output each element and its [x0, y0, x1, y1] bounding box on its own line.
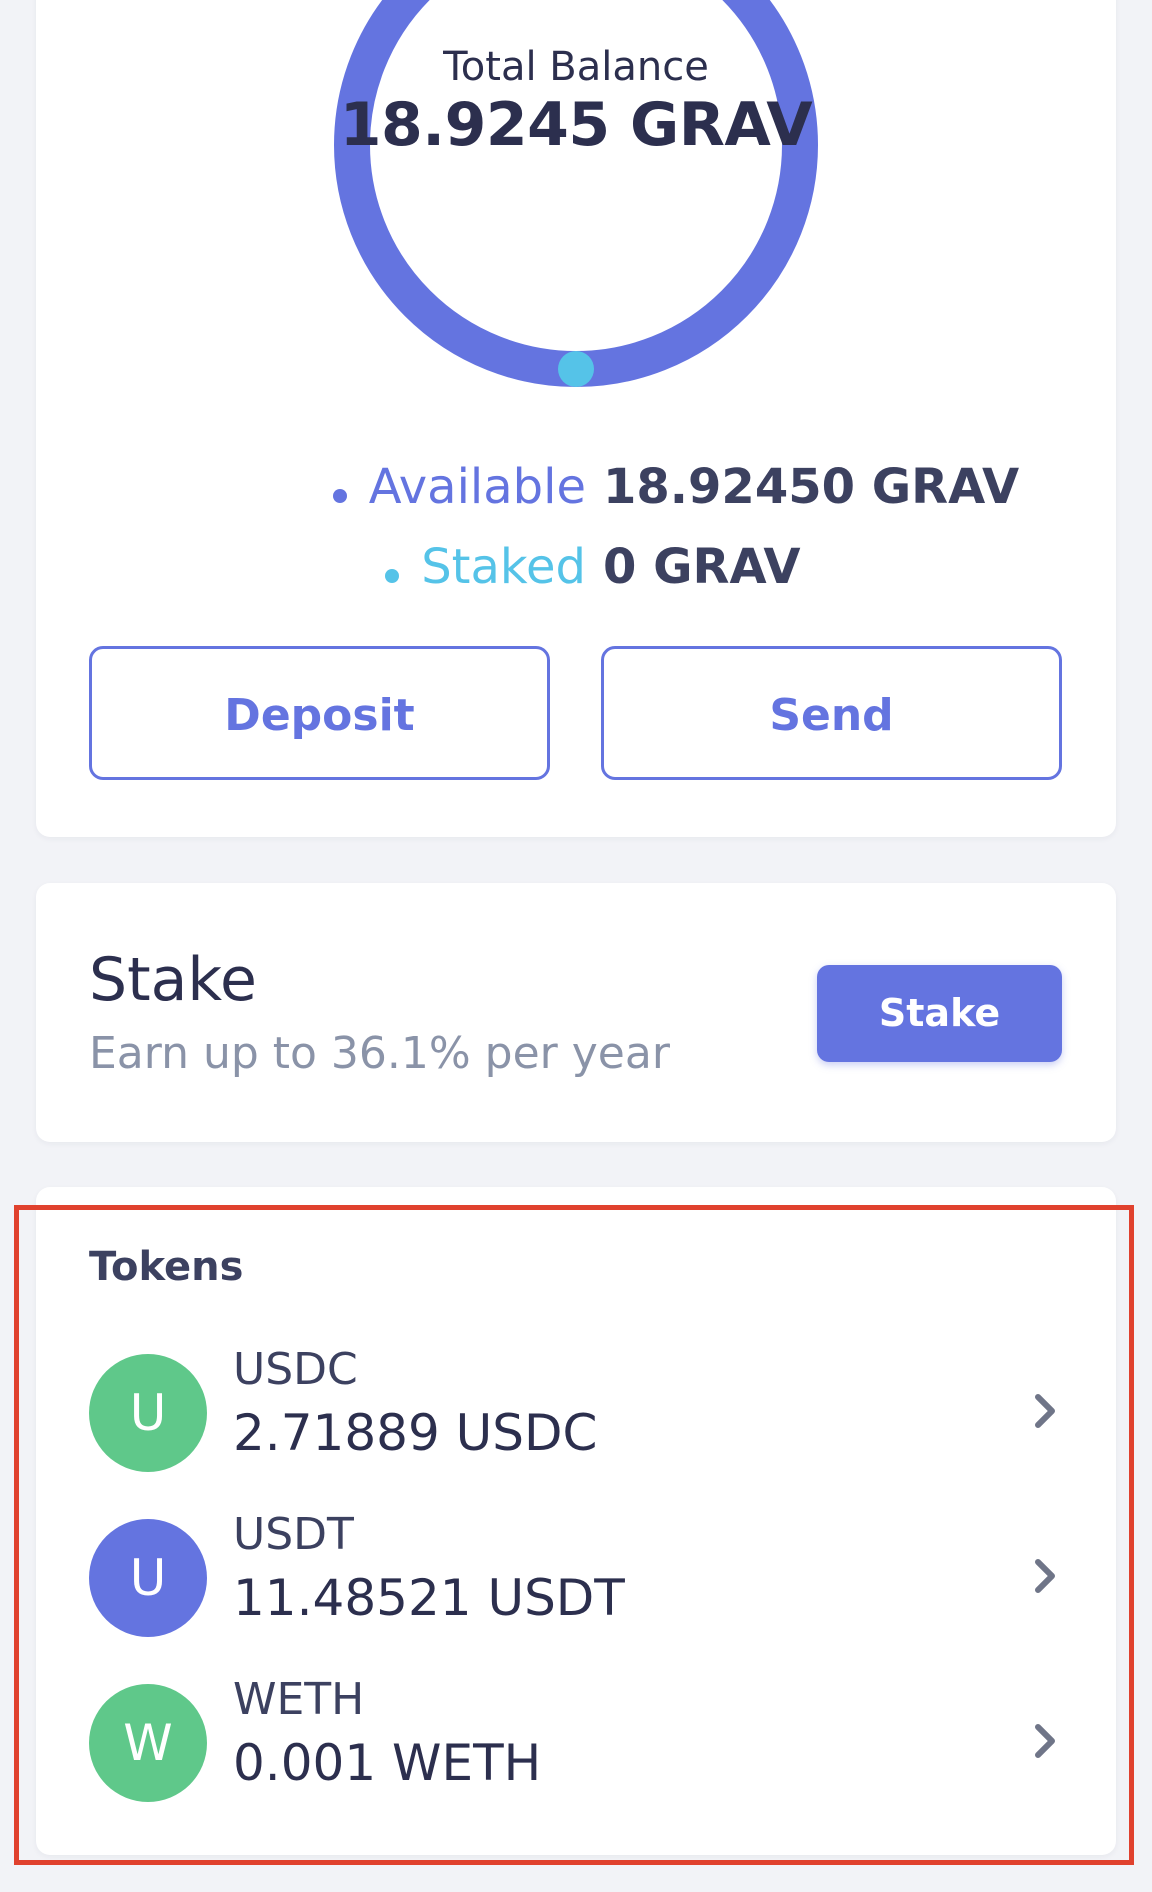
token-symbol: USDT	[233, 1509, 354, 1560]
token-row-usdc[interactable]: U USDC 2.71889 USDC	[36, 1339, 1116, 1489]
token-row-weth[interactable]: W WETH 0.001 WETH	[36, 1669, 1116, 1819]
donut-staked-marker	[558, 351, 594, 387]
send-button[interactable]: Send	[601, 646, 1062, 780]
token-amount: 0.001 WETH	[233, 1734, 542, 1792]
chevron-right-icon	[1035, 1724, 1055, 1758]
chevron-right-icon	[1035, 1394, 1055, 1428]
stake-button[interactable]: Stake	[817, 965, 1062, 1062]
total-balance-value: 18.9245 GRAV	[339, 90, 813, 160]
legend-label-available: Available	[368, 459, 586, 515]
token-row-usdt[interactable]: U USDT 11.48521 USDT	[36, 1504, 1116, 1654]
legend-label-staked: Staked	[421, 539, 586, 595]
token-amount: 2.71889 USDC	[233, 1404, 598, 1462]
stake-title: Stake	[89, 945, 257, 1015]
legend-dot-available	[332, 489, 347, 503]
deposit-button[interactable]: Deposit	[89, 646, 550, 780]
token-amount: 11.48521 USDT	[233, 1569, 625, 1627]
stake-subtitle: Earn up to 36.1% per year	[89, 1028, 670, 1079]
stake-card: Stake Earn up to 36.1% per year Stake	[36, 883, 1116, 1142]
chevron-right-icon	[1035, 1559, 1055, 1593]
wallet-page: Total Balance 18.9245 GRAV Available 18.…	[0, 0, 1152, 1892]
legend-name-available: Available	[332, 457, 586, 517]
legend-value-available: 18.92450 GRAV	[603, 459, 1020, 515]
token-avatar: U	[89, 1519, 207, 1637]
legend-row-available: Available 18.92450 GRAV	[36, 457, 1116, 517]
legend-dot-staked	[385, 569, 400, 583]
token-symbol: WETH	[233, 1674, 365, 1725]
tokens-title: Tokens	[89, 1244, 244, 1290]
total-balance-label: Total Balance	[443, 44, 709, 90]
legend-row-staked: Staked 0 GRAV	[36, 537, 1116, 597]
balance-donut-chart: Total Balance 18.9245 GRAV	[333, 0, 819, 388]
token-avatar: W	[89, 1684, 207, 1802]
token-avatar: U	[89, 1354, 207, 1472]
balance-card: Total Balance 18.9245 GRAV Available 18.…	[36, 0, 1116, 837]
tokens-card: Tokens U USDC 2.71889 USDC U USDT 11.485…	[36, 1187, 1116, 1855]
token-symbol: USDC	[233, 1344, 358, 1395]
legend-value-staked: 0 GRAV	[603, 539, 801, 595]
legend-name-staked: Staked	[385, 537, 586, 597]
